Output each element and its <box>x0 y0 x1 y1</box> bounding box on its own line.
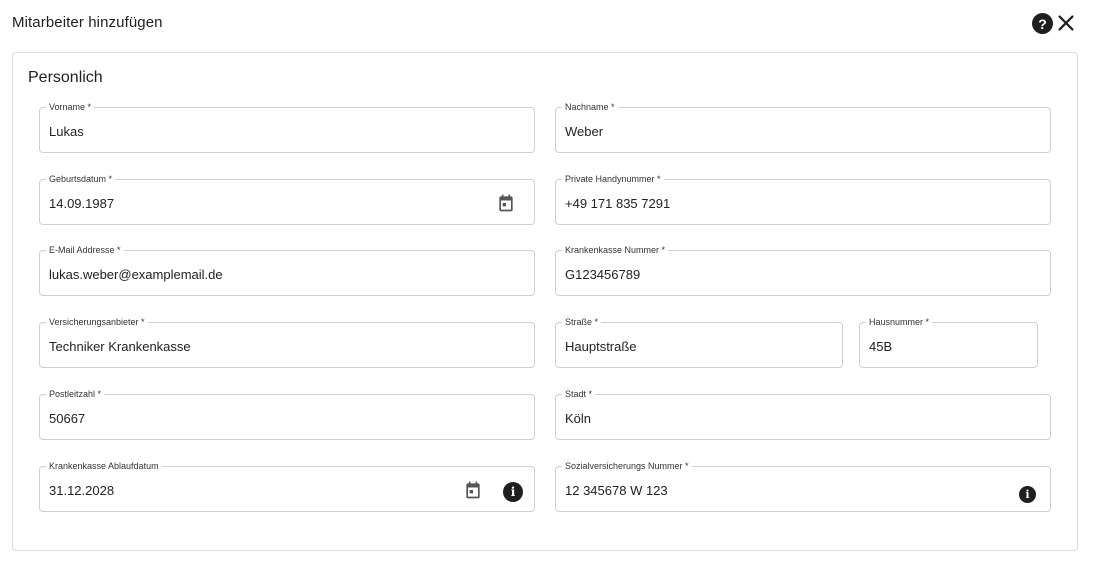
strasse-label: Straße * <box>562 317 602 328</box>
krankenkasse-nummer-label: Krankenkasse Nummer * <box>562 245 669 256</box>
dialog-title: Mitarbeiter hinzufügen <box>12 14 163 31</box>
handynummer-value[interactable]: +49 171 835 7291 <box>565 196 670 212</box>
vorname-label: Vorname * <box>46 102 95 113</box>
calendar-icon[interactable] <box>463 480 483 500</box>
stadt-value[interactable]: Köln <box>565 411 591 427</box>
geburtsdatum-value[interactable]: 14.09.1987 <box>49 196 114 212</box>
nachname-value[interactable]: Weber <box>565 124 603 140</box>
ablaufdatum-label: Krankenkasse Ablaufdatum <box>46 461 162 472</box>
info-icon[interactable]: i <box>503 482 523 502</box>
stadt-label: Stadt * <box>562 389 596 400</box>
nachname-field[interactable]: Nachname * Weber <box>555 102 1051 153</box>
vorname-field[interactable]: Vorname * Lukas <box>39 102 535 153</box>
hausnummer-label: Hausnummer * <box>866 317 933 328</box>
krankenkasse-nummer-value[interactable]: G123456789 <box>565 267 640 283</box>
hausnummer-field[interactable]: Hausnummer * 45B <box>859 317 1038 368</box>
krankenkasse-nummer-field[interactable]: Krankenkasse Nummer * G123456789 <box>555 245 1051 296</box>
geburtsdatum-field[interactable]: Geburtsdatum * 14.09.1987 <box>39 174 535 225</box>
close-icon[interactable] <box>1055 12 1077 34</box>
sozialversicherung-value[interactable]: 12 345678 W 123 <box>565 483 668 499</box>
postleitzahl-value[interactable]: 50667 <box>49 411 85 427</box>
hausnummer-value[interactable]: 45B <box>869 339 892 355</box>
sozialversicherung-label: Sozialversicherungs Nummer * <box>562 461 692 472</box>
email-value[interactable]: lukas.weber@examplemail.de <box>49 267 223 283</box>
geburtsdatum-label: Geburtsdatum * <box>46 174 116 185</box>
versicherungsanbieter-label: Versicherungsanbieter * <box>46 317 148 328</box>
handynummer-label: Private Handynummer * <box>562 174 664 185</box>
postleitzahl-label: Postleitzahl * <box>46 389 105 400</box>
vorname-value[interactable]: Lukas <box>49 124 84 140</box>
strasse-value[interactable]: Hauptstraße <box>565 339 637 355</box>
stadt-field[interactable]: Stadt * Köln <box>555 389 1051 440</box>
email-field[interactable]: E-Mail Addresse * lukas.weber@examplemai… <box>39 245 535 296</box>
nachname-label: Nachname * <box>562 102 618 113</box>
help-icon[interactable]: ? <box>1032 13 1053 34</box>
sozialversicherung-field[interactable]: Sozialversicherungs Nummer * 12 345678 W… <box>555 461 1051 512</box>
ablaufdatum-value[interactable]: 31.12.2028 <box>49 483 114 499</box>
handynummer-field[interactable]: Private Handynummer * +49 171 835 7291 <box>555 174 1051 225</box>
versicherungsanbieter-field[interactable]: Versicherungsanbieter * Techniker Kranke… <box>39 317 535 368</box>
calendar-icon[interactable] <box>496 193 516 213</box>
versicherungsanbieter-value[interactable]: Techniker Krankenkasse <box>49 339 191 355</box>
postleitzahl-field[interactable]: Postleitzahl * 50667 <box>39 389 535 440</box>
email-label: E-Mail Addresse * <box>46 245 124 256</box>
ablaufdatum-field[interactable]: Krankenkasse Ablaufdatum 31.12.2028 i <box>39 461 535 512</box>
section-title: Personlich <box>28 69 103 86</box>
info-icon[interactable]: i <box>1019 486 1036 503</box>
strasse-field[interactable]: Straße * Hauptstraße <box>555 317 843 368</box>
